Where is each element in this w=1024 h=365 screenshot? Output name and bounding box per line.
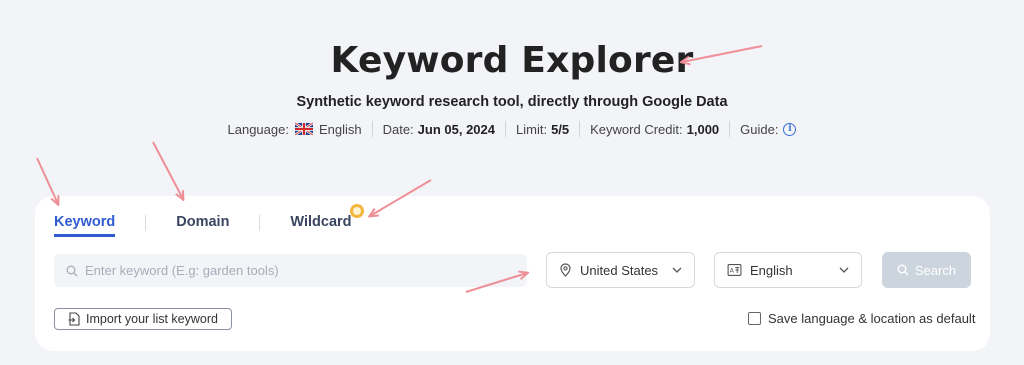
info-icon[interactable]: i xyxy=(783,122,797,136)
meta-limit: Limit: 5/5 xyxy=(505,121,579,137)
meta-language: Language: English xyxy=(218,121,372,137)
language-select[interactable]: A English xyxy=(714,252,862,288)
import-button-label: Import your list keyword xyxy=(86,312,218,326)
meta-limit-label: Limit: xyxy=(516,121,548,137)
search-button-label: Search xyxy=(914,262,957,278)
location-select[interactable]: United States xyxy=(546,252,695,288)
search-icon xyxy=(897,264,909,276)
keyword-search-input[interactable]: Enter keyword (E.g: garden tools) xyxy=(54,254,527,287)
meta-guide[interactable]: Guide: i xyxy=(729,121,806,137)
search-icon xyxy=(66,265,78,276)
meta-language-label: Language: xyxy=(227,121,289,137)
save-default-checkbox[interactable] xyxy=(748,312,761,325)
search-tabs: Keyword Domain Wildcard xyxy=(54,204,364,237)
annotation-arrow-domain-tab xyxy=(152,141,183,199)
meta-language-value: English xyxy=(318,121,362,137)
svg-text:A: A xyxy=(730,268,735,275)
location-select-value: United States xyxy=(580,262,659,278)
search-button[interactable]: Search xyxy=(882,252,971,288)
meta-credit-label: Keyword Credit: xyxy=(590,121,683,137)
tab-divider xyxy=(145,215,147,231)
meta-date-value: Jun 05, 2024 xyxy=(417,121,495,137)
import-file-icon xyxy=(68,312,80,326)
meta-bar: Language: English Date: Jun 05, 2024 Lim… xyxy=(0,121,1024,137)
translate-icon: A xyxy=(727,264,742,276)
location-pin-icon xyxy=(560,263,571,277)
tab-wildcard[interactable]: Wildcard xyxy=(290,204,364,237)
meta-date: Date: Jun 05, 2024 xyxy=(371,121,505,137)
tab-divider xyxy=(259,215,261,231)
page-subtitle: Synthetic keyword research tool, directl… xyxy=(296,94,728,110)
uk-flag-icon xyxy=(294,123,313,135)
meta-date-label: Date: xyxy=(382,121,414,137)
meta-guide-label: Guide: xyxy=(740,121,779,137)
new-badge-dot xyxy=(349,204,364,218)
chevron-down-icon xyxy=(672,267,682,273)
tab-domain[interactable]: Domain xyxy=(176,214,229,237)
meta-credit: Keyword Credit: 1,000 xyxy=(579,121,729,137)
page-title: Keyword Explorer xyxy=(330,40,694,81)
save-default-label: Save language & location as default xyxy=(768,311,976,326)
keyword-search-placeholder: Enter keyword (E.g: garden tools) xyxy=(85,263,279,278)
meta-limit-value: 5/5 xyxy=(551,121,570,137)
tab-wildcard-label: Wildcard xyxy=(290,214,352,230)
tab-keyword[interactable]: Keyword xyxy=(54,214,116,237)
chevron-down-icon xyxy=(839,267,849,273)
save-default-option[interactable]: Save language & location as default xyxy=(748,311,975,326)
meta-credit-value: 1,000 xyxy=(686,121,720,137)
import-keyword-list-button[interactable]: Import your list keyword xyxy=(54,308,232,330)
search-card: Keyword Domain Wildcard Enter keyword (E… xyxy=(35,196,990,351)
language-select-value: English xyxy=(750,262,793,278)
